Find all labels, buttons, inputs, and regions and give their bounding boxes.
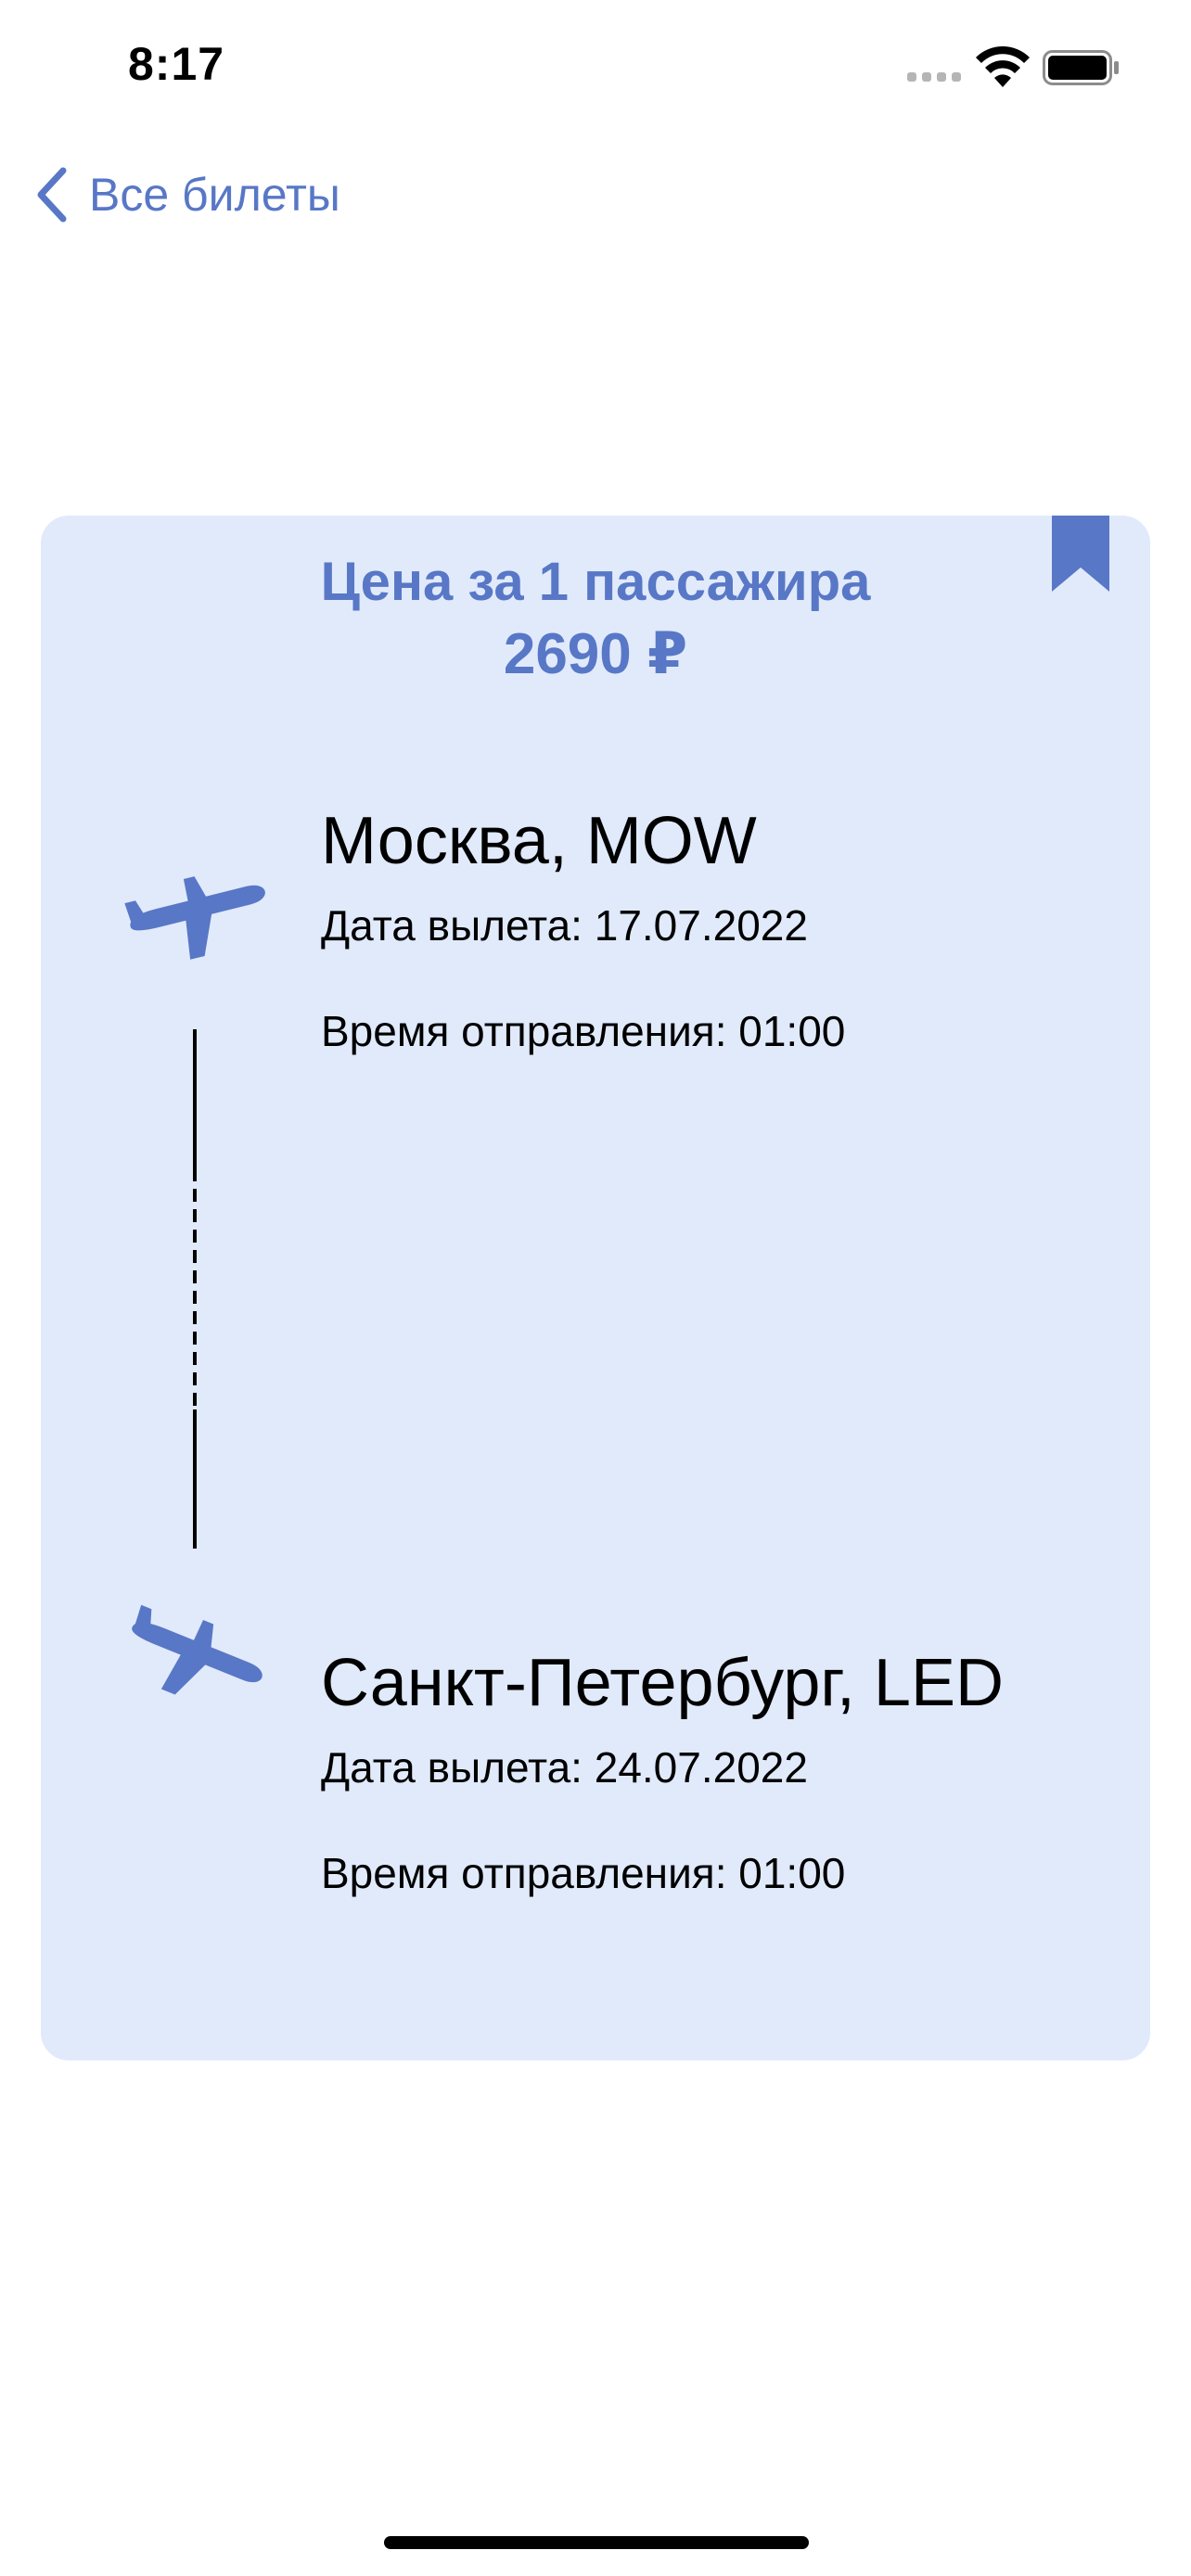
- arrival-date-value: 24.07.2022: [594, 1743, 808, 1792]
- arrival-time: Время отправления: 01:00: [321, 1845, 845, 1901]
- back-button[interactable]: Все билеты: [33, 158, 340, 232]
- ticket-card: [41, 516, 1150, 2060]
- airplane-landing-icon: [132, 1604, 263, 1695]
- departure-time-label: Время отправления:: [321, 1007, 727, 1055]
- arrival-city: Санкт-Петербург, LED: [321, 1646, 1004, 1720]
- home-indicator[interactable]: [384, 2536, 809, 2549]
- departure-date-label: Дата вылета:: [321, 901, 583, 950]
- route-line: [193, 1029, 197, 1549]
- battery-icon: [1043, 50, 1119, 85]
- status-bar: 8:17: [0, 0, 1191, 130]
- airplane-takeoff-icon: [124, 876, 265, 960]
- back-label: Все билеты: [89, 169, 340, 221]
- chevron-left-icon: [37, 167, 67, 223]
- wifi-icon: [976, 46, 1030, 87]
- departure-time: Время отправления: 01:00: [321, 1003, 845, 1059]
- price-value: 2690 ₽: [503, 622, 688, 686]
- departure-time-value: 01:00: [738, 1007, 846, 1055]
- departure-date-value: 17.07.2022: [594, 901, 808, 950]
- arrival-date-label: Дата вылета:: [321, 1743, 583, 1792]
- cellular-signal-icon: [907, 72, 963, 83]
- price-block: Цена за 1 пассажира 2690 ₽: [41, 547, 1150, 692]
- arrival-date: Дата вылета: 24.07.2022: [321, 1740, 808, 1795]
- status-time: 8:17: [128, 38, 225, 90]
- departure-city: Москва, MOW: [321, 804, 757, 878]
- price-label: Цена за 1 пассажира: [320, 552, 871, 612]
- arrival-time-value: 01:00: [738, 1849, 846, 1897]
- arrival-time-label: Время отправления:: [321, 1849, 727, 1897]
- departure-date: Дата вылета: 17.07.2022: [321, 898, 808, 953]
